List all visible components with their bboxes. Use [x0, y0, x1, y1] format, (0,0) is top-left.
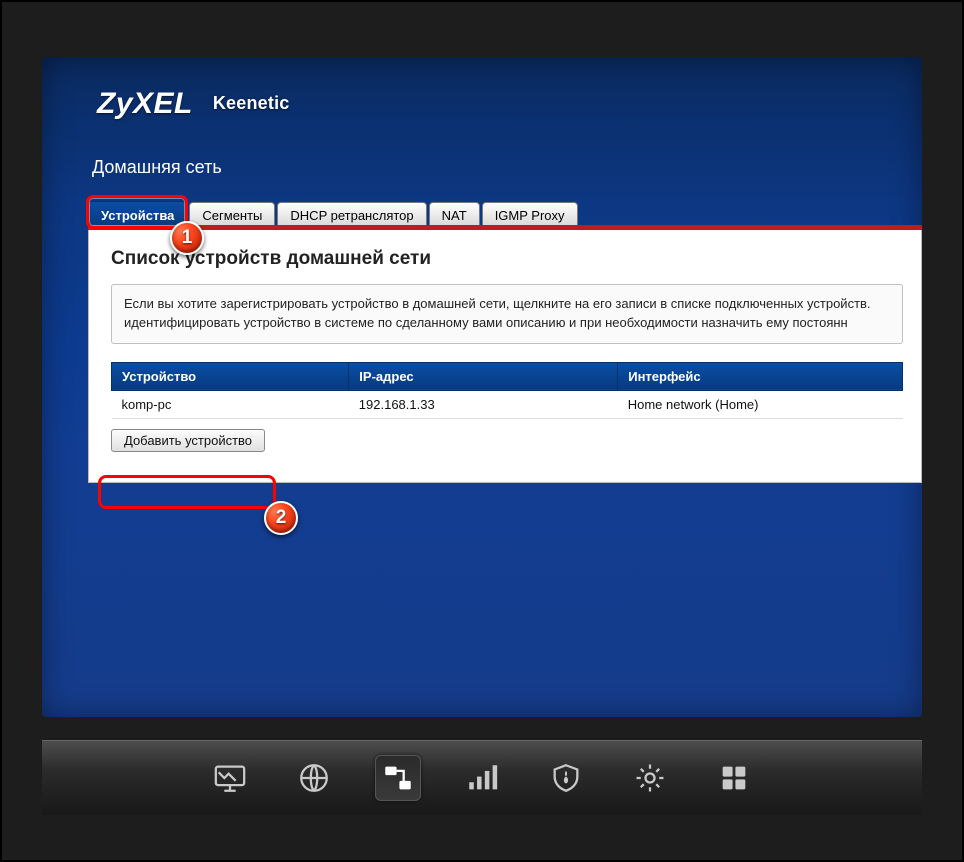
gear-icon[interactable]	[627, 755, 673, 801]
devices-table: Устройство IP-адрес Интерфейс komp-pc 19…	[111, 362, 903, 419]
content-panel: Список устройств домашней сети Если вы х…	[88, 230, 922, 483]
tab-segments[interactable]: Сегменты	[189, 202, 275, 227]
info-box: Если вы хотите зарегистрировать устройст…	[111, 284, 903, 344]
brand-name: ZyXEL	[97, 87, 193, 120]
add-device-button[interactable]: Добавить устройство	[111, 429, 265, 452]
annotation-marker-2: 2	[264, 501, 298, 535]
tabs: Устройства Сегменты DHCP ретранслятор NA…	[88, 199, 580, 227]
th-device: Устройство	[112, 362, 349, 390]
bottom-dock	[42, 740, 922, 815]
globe-icon[interactable]	[291, 755, 337, 801]
apps-icon[interactable]	[711, 755, 757, 801]
cell-interface: Home network (Home)	[618, 390, 903, 418]
brand-model: Keenetic	[213, 93, 290, 113]
cell-device: komp-pc	[112, 390, 349, 418]
tab-devices[interactable]: Устройства	[88, 201, 187, 227]
signal-icon[interactable]	[459, 755, 505, 801]
brand-logo: ZyXEL Keenetic	[97, 87, 290, 121]
table-row[interactable]: komp-pc 192.168.1.33 Home network (Home)	[112, 390, 903, 418]
tab-dhcp-relay[interactable]: DHCP ретранслятор	[277, 202, 426, 227]
th-ip: IP-адрес	[349, 362, 618, 390]
tab-nat[interactable]: NAT	[429, 202, 480, 227]
cell-ip: 192.168.1.33	[349, 390, 618, 418]
page-title: Домашняя сеть	[92, 157, 222, 178]
tab-igmp-proxy[interactable]: IGMP Proxy	[482, 202, 578, 227]
shield-icon[interactable]	[543, 755, 589, 801]
network-icon[interactable]	[375, 755, 421, 801]
th-interface: Интерфейс	[618, 362, 903, 390]
main-panel: ZyXEL Keenetic Домашняя сеть Устройства С…	[42, 57, 922, 717]
section-title: Список устройств домашней сети	[111, 248, 903, 270]
monitor-icon[interactable]	[207, 755, 253, 801]
